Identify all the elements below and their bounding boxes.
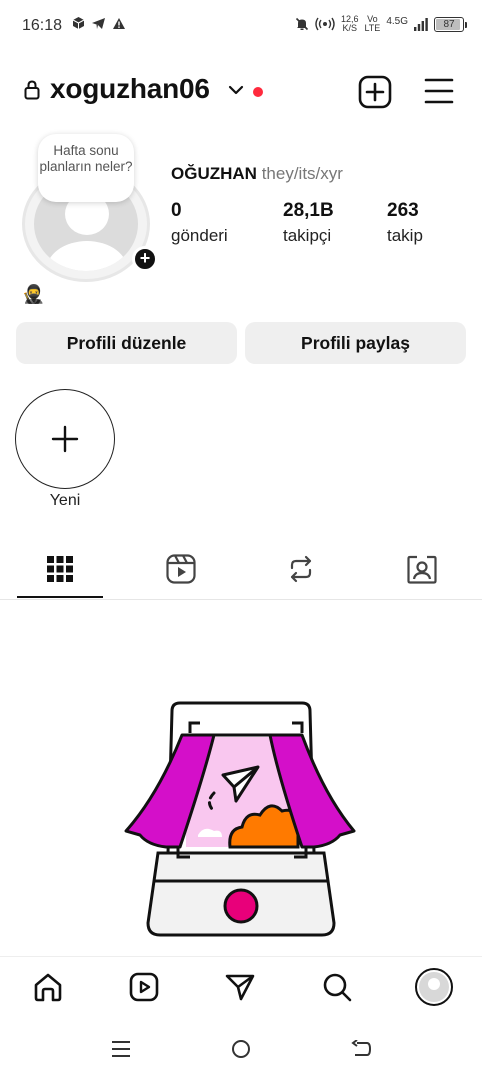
new-post-icon[interactable] — [358, 75, 392, 109]
volte-indicator: Vo LTE — [364, 15, 380, 33]
search-icon — [323, 973, 352, 1002]
volte-bottom: LTE — [364, 23, 381, 33]
profile-avatar-icon — [415, 968, 453, 1006]
home-icon — [34, 973, 62, 1002]
stat-label: takipçi — [283, 226, 332, 245]
system-navigation — [0, 1020, 482, 1080]
add-story-icon[interactable]: + — [132, 246, 158, 272]
nav-direct[interactable] — [220, 967, 260, 1007]
network-type: 4.5G — [386, 15, 408, 27]
stat-posts[interactable]: 0 gönderi — [171, 200, 228, 246]
active-tab-indicator — [17, 596, 103, 598]
circle-home-icon — [232, 1040, 250, 1058]
warning-icon — [113, 17, 125, 29]
nav-search[interactable] — [317, 967, 357, 1007]
home-button[interactable] — [226, 1036, 256, 1062]
nav-profile[interactable] — [414, 967, 454, 1007]
notification-dot — [253, 87, 263, 97]
profile-name-row: OĞUZHAN they/its/xyr — [171, 164, 343, 184]
network-speed: 12,6 K/S — [341, 15, 359, 33]
tab-posts[interactable] — [17, 540, 103, 598]
status-bar: 16:18 12,6 K/S Vo LTE 4.5G 87 — [0, 0, 482, 52]
telegram-icon — [92, 17, 105, 29]
signal-icon — [414, 17, 428, 31]
reels-icon — [129, 972, 159, 1002]
stat-value: 0 — [171, 200, 182, 221]
menu-icon[interactable] — [424, 77, 454, 105]
share-profile-button[interactable]: Profili paylaş — [245, 322, 466, 364]
hotspot-icon — [315, 17, 335, 31]
ninja-emoji: 🥷 — [22, 284, 45, 304]
empty-state-illustration — [124, 701, 356, 937]
lock-icon — [24, 80, 40, 100]
status-time: 16:18 — [22, 17, 63, 34]
nav-home[interactable] — [28, 967, 68, 1007]
chevron-down-icon[interactable] — [228, 84, 244, 96]
direct-message-icon — [225, 974, 255, 1001]
note-bubble[interactable]: Hafta sonu planların neler? — [38, 134, 134, 202]
repost-icon — [290, 555, 312, 583]
tagged-icon — [407, 555, 437, 584]
reels-icon — [166, 554, 196, 584]
stat-label: gönderi — [171, 226, 228, 245]
stat-value: 28,1B — [283, 200, 334, 221]
stat-following[interactable]: 263 takip — [387, 200, 423, 246]
back-icon — [351, 1040, 371, 1056]
bottom-navigation — [0, 956, 482, 1016]
battery-icon: 87 — [434, 16, 467, 32]
tab-reposts[interactable] — [258, 540, 344, 598]
speed-unit: K/S — [342, 23, 357, 33]
stat-value: 263 — [387, 200, 419, 221]
new-highlight-label: Yeni — [49, 492, 81, 509]
status-right-icons: 12,6 K/S Vo LTE 4.5G 87 — [295, 15, 467, 33]
back-button[interactable] — [346, 1036, 376, 1062]
tab-reels[interactable] — [138, 540, 224, 598]
pronouns: they/its/xyr — [261, 164, 343, 183]
menu-lines-icon — [112, 1041, 130, 1057]
content-tabs — [0, 540, 482, 600]
mute-icon — [295, 17, 309, 31]
profile-header: xoguzhan06 — [0, 70, 482, 114]
cube-icon — [72, 17, 85, 29]
grid-icon — [47, 556, 73, 582]
nav-reels[interactable] — [124, 967, 164, 1007]
stat-followers[interactable]: 28,1B takipçi — [283, 200, 334, 246]
tab-tagged[interactable] — [379, 540, 465, 598]
plus-icon — [51, 425, 79, 453]
full-name: OĞUZHAN — [171, 164, 257, 183]
stat-label: takip — [387, 226, 423, 245]
recent-apps-button[interactable] — [106, 1036, 136, 1062]
username[interactable]: xoguzhan06 — [50, 73, 210, 105]
battery-level: 87 — [443, 18, 455, 30]
status-left-icons — [72, 16, 126, 30]
edit-profile-button[interactable]: Profili düzenle — [16, 322, 237, 364]
